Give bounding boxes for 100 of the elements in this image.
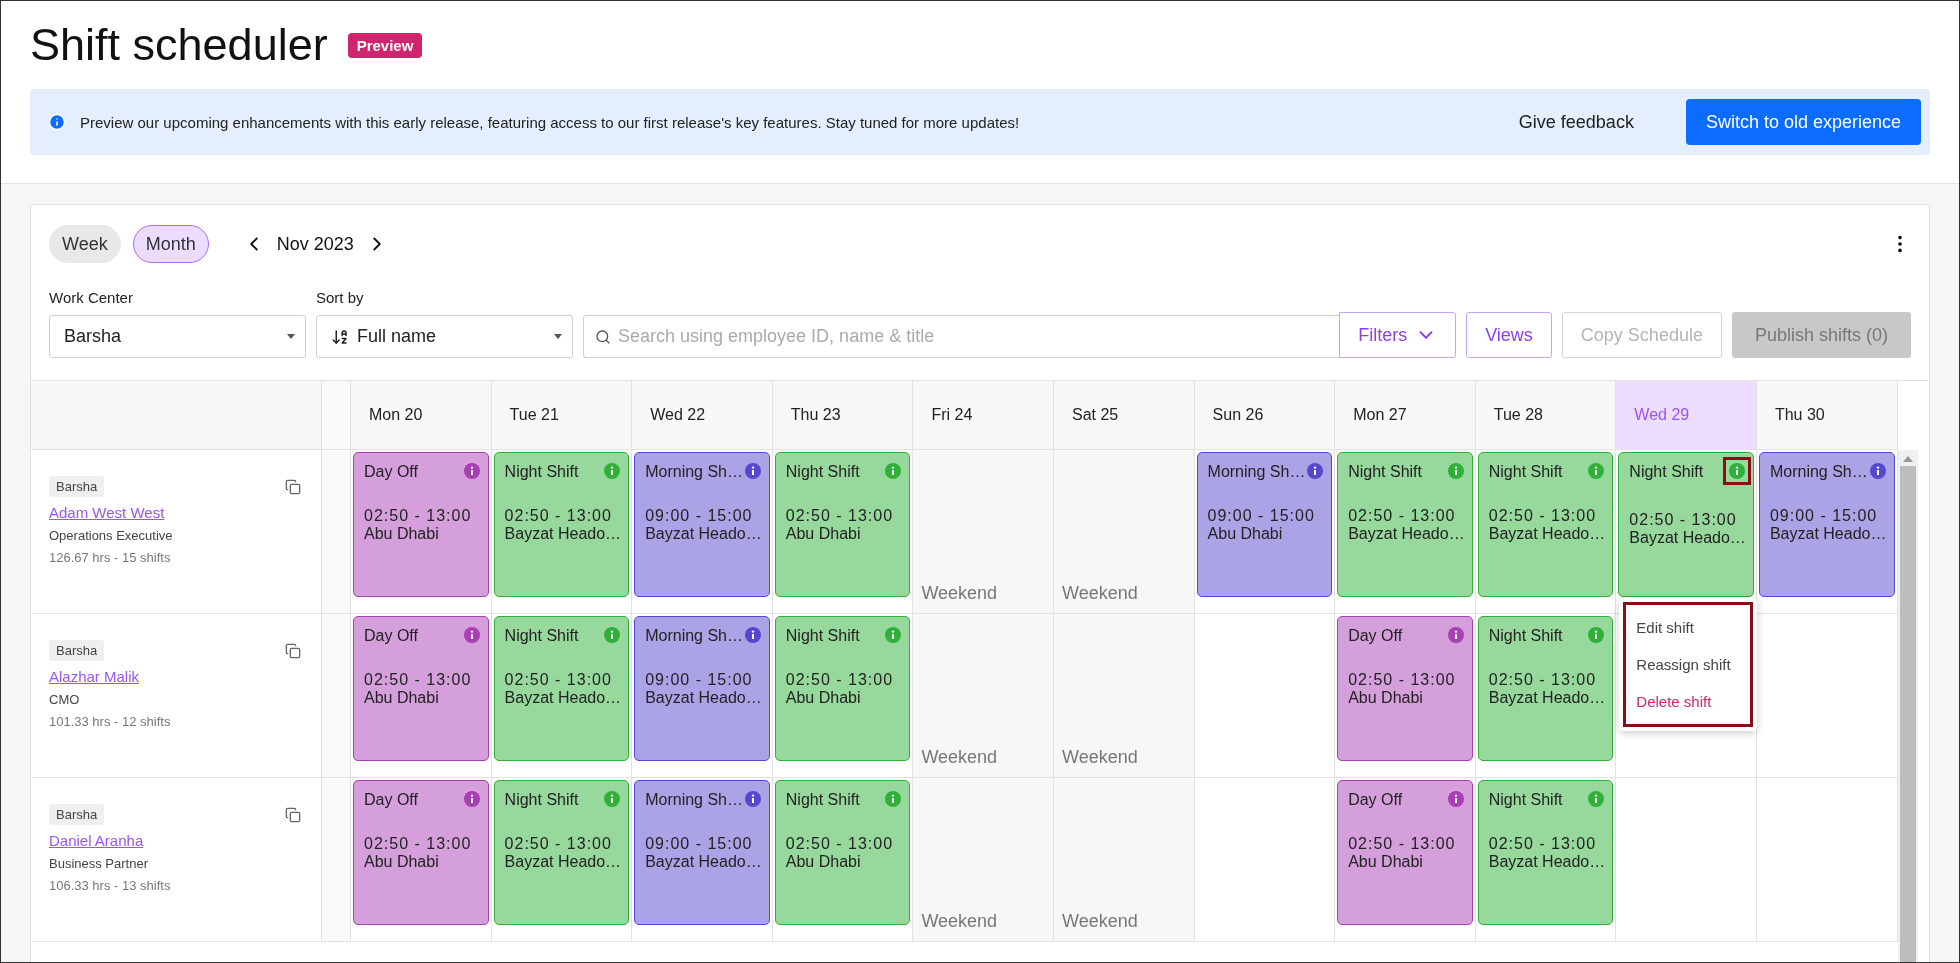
shift-card[interactable]: Night Shift 02:50 - 13:00 Abu Dhabi [774, 780, 911, 925]
shift-time: 02:50 - 13:00 [1488, 507, 1598, 525]
info-icon[interactable] [604, 791, 621, 807]
shift-time: 02:50 - 13:00 [1348, 835, 1457, 853]
shift-location: Bayzat Heado… [1488, 525, 1605, 543]
shift-card[interactable]: Day Off 02:50 - 13:00 Abu Dhabi [1337, 616, 1473, 761]
copy-icon[interactable] [285, 642, 301, 659]
view-toggle[interactable]: Month [132, 225, 209, 263]
shift-card[interactable]: Night Shift 02:50 - 13:00 Abu Dhabi [774, 616, 911, 761]
shift-name: Night Shift [1348, 463, 1422, 481]
shift-card[interactable]: Day Off 02:50 - 13:00 Abu Dhabi [353, 780, 489, 925]
employee-hours: 101.33 hrs - 12 shifts [49, 714, 171, 729]
shift-name: Day Off [364, 791, 418, 809]
info-icon[interactable] [744, 791, 761, 807]
shift-name: Morning Sh… [1207, 463, 1306, 481]
shift-card[interactable]: Morning Sh… 09:00 - 15:00 Abu Dhabi [1196, 452, 1333, 597]
shift-location: Bayzat Heado… [1629, 529, 1745, 547]
employee-name-link[interactable]: Daniel Aranha [49, 832, 144, 849]
shift-time: 02:50 - 13:00 [1629, 511, 1738, 529]
shift-card[interactable]: Morning Sh… 09:00 - 15:00 Bayzat Heado… [634, 616, 770, 761]
sort-dropdown[interactable]: Full name [316, 315, 573, 358]
shift-card[interactable]: Night Shift 02:50 - 13:00 Abu Dhabi [774, 452, 911, 597]
info-icon[interactable] [1447, 791, 1464, 807]
weekend-label: Weekend [920, 911, 999, 933]
shift-name: Day Off [1348, 627, 1403, 645]
employee-title: Operations Executive [49, 528, 173, 543]
info-icon[interactable] [885, 791, 902, 807]
shift-card[interactable]: Morning Sh… 09:00 - 15:00 Bayzat Heado… [1758, 452, 1895, 597]
work-center-dropdown[interactable]: Barsha [49, 315, 306, 358]
shift-card[interactable]: Night Shift 02:50 - 13:00 Bayzat Heado… [1618, 452, 1754, 597]
shift-card[interactable]: Night Shift 02:50 - 13:00 Bayzat Heado… [1337, 452, 1473, 597]
shift-name: Morning Sh… [645, 627, 743, 645]
info-icon[interactable] [604, 627, 621, 643]
info-icon[interactable] [1307, 463, 1324, 479]
info-icon[interactable] [463, 463, 480, 479]
day-header: Tue 28 [1475, 381, 1617, 450]
info-icon[interactable] [1588, 627, 1605, 643]
toolbar-button[interactable]: Views [1466, 312, 1552, 358]
shift-card[interactable]: Day Off 02:50 - 13:00 Abu Dhabi [353, 452, 489, 597]
shift-location: Abu Dhabi [1348, 853, 1424, 871]
shift-card[interactable]: Morning Sh… 09:00 - 15:00 Bayzat Heado… [634, 452, 770, 597]
info-icon[interactable] [1588, 463, 1605, 479]
info-icon[interactable] [1869, 463, 1886, 479]
menu-item[interactable]: Delete shift [1628, 683, 1749, 720]
shift-location: Abu Dhabi [364, 853, 440, 871]
info-icon[interactable] [463, 627, 480, 643]
info-icon[interactable] [744, 627, 761, 643]
info-icon[interactable] [463, 791, 480, 807]
switch-experience-button[interactable]: Switch to old experience [1685, 99, 1921, 145]
toolbar-button[interactable]: Filters [1339, 312, 1457, 358]
shift-name: Morning Sh… [645, 463, 743, 481]
menu-item[interactable]: Reassign shift [1628, 646, 1749, 683]
info-icon[interactable] [744, 463, 761, 479]
employee-name-link[interactable]: Adam West West [49, 504, 165, 521]
shift-card[interactable]: Night Shift 02:50 - 13:00 Bayzat Heado… [1477, 780, 1614, 925]
shift-card[interactable]: Day Off 02:50 - 13:00 Abu Dhabi [353, 616, 489, 761]
shift-time: 02:50 - 13:00 [364, 507, 473, 525]
info-icon[interactable] [604, 463, 621, 479]
day-header: Thu 23 [772, 381, 914, 450]
shift-time: 09:00 - 15:00 [645, 671, 754, 689]
info-icon[interactable] [1588, 791, 1605, 807]
menu-item[interactable]: Edit shift [1628, 609, 1749, 646]
shift-location: Abu Dhabi [1348, 689, 1424, 707]
copy-icon[interactable] [285, 806, 301, 823]
shift-time: 02:50 - 13:00 [364, 835, 473, 853]
info-icon[interactable] [1722, 457, 1751, 485]
shift-card[interactable]: Night Shift 02:50 - 13:00 Bayzat Heado… [493, 616, 630, 761]
day-header: Mon 27 [1335, 381, 1476, 450]
copy-icon[interactable] [285, 478, 301, 495]
shift-card[interactable]: Night Shift 02:50 - 13:00 Bayzat Heado… [493, 780, 630, 925]
view-toggle[interactable]: Week [49, 225, 121, 263]
shift-location: Bayzat Heado… [504, 689, 621, 707]
shift-time: 02:50 - 13:00 [1488, 835, 1598, 853]
shift-card[interactable]: Morning Sh… 09:00 - 15:00 Bayzat Heado… [634, 780, 770, 925]
info-icon[interactable] [885, 463, 902, 479]
day-header: Sat 25 [1053, 381, 1195, 450]
scrollbar[interactable] [1897, 450, 1918, 962]
info-icon[interactable] [1447, 463, 1464, 479]
employee-name-link[interactable]: Alazhar Malik [49, 668, 140, 685]
shift-time: 02:50 - 13:00 [1348, 507, 1457, 525]
shift-card[interactable]: Night Shift 02:50 - 13:00 Bayzat Heado… [1477, 452, 1614, 597]
shift-time: 02:50 - 13:00 [1348, 671, 1457, 689]
preview-badge: Preview [347, 32, 423, 58]
shift-card[interactable]: Day Off 02:50 - 13:00 Abu Dhabi [1337, 780, 1473, 925]
field-label: Sort by [316, 289, 365, 306]
shift-name: Night Shift [504, 463, 579, 481]
shift-card[interactable]: Night Shift 02:50 - 13:00 Bayzat Heado… [1477, 616, 1614, 761]
shift-location: Bayzat Heado… [645, 689, 761, 707]
info-icon [48, 113, 66, 131]
shift-time: 02:50 - 13:00 [504, 671, 613, 689]
day-header: Wed 22 [632, 381, 773, 450]
feedback-link[interactable]: Give feedback [1512, 110, 1640, 134]
info-icon[interactable] [1447, 627, 1464, 643]
shift-time: 02:50 - 13:00 [504, 835, 613, 853]
search-field[interactable]: Search using employee ID, name & title [583, 315, 1340, 358]
shift-name: Morning Sh… [645, 791, 743, 809]
shift-card[interactable]: Night Shift 02:50 - 13:00 Bayzat Heado… [493, 452, 630, 597]
day-header: Sun 26 [1194, 381, 1336, 450]
info-icon[interactable] [885, 627, 902, 643]
shift-time: 09:00 - 15:00 [645, 835, 754, 853]
